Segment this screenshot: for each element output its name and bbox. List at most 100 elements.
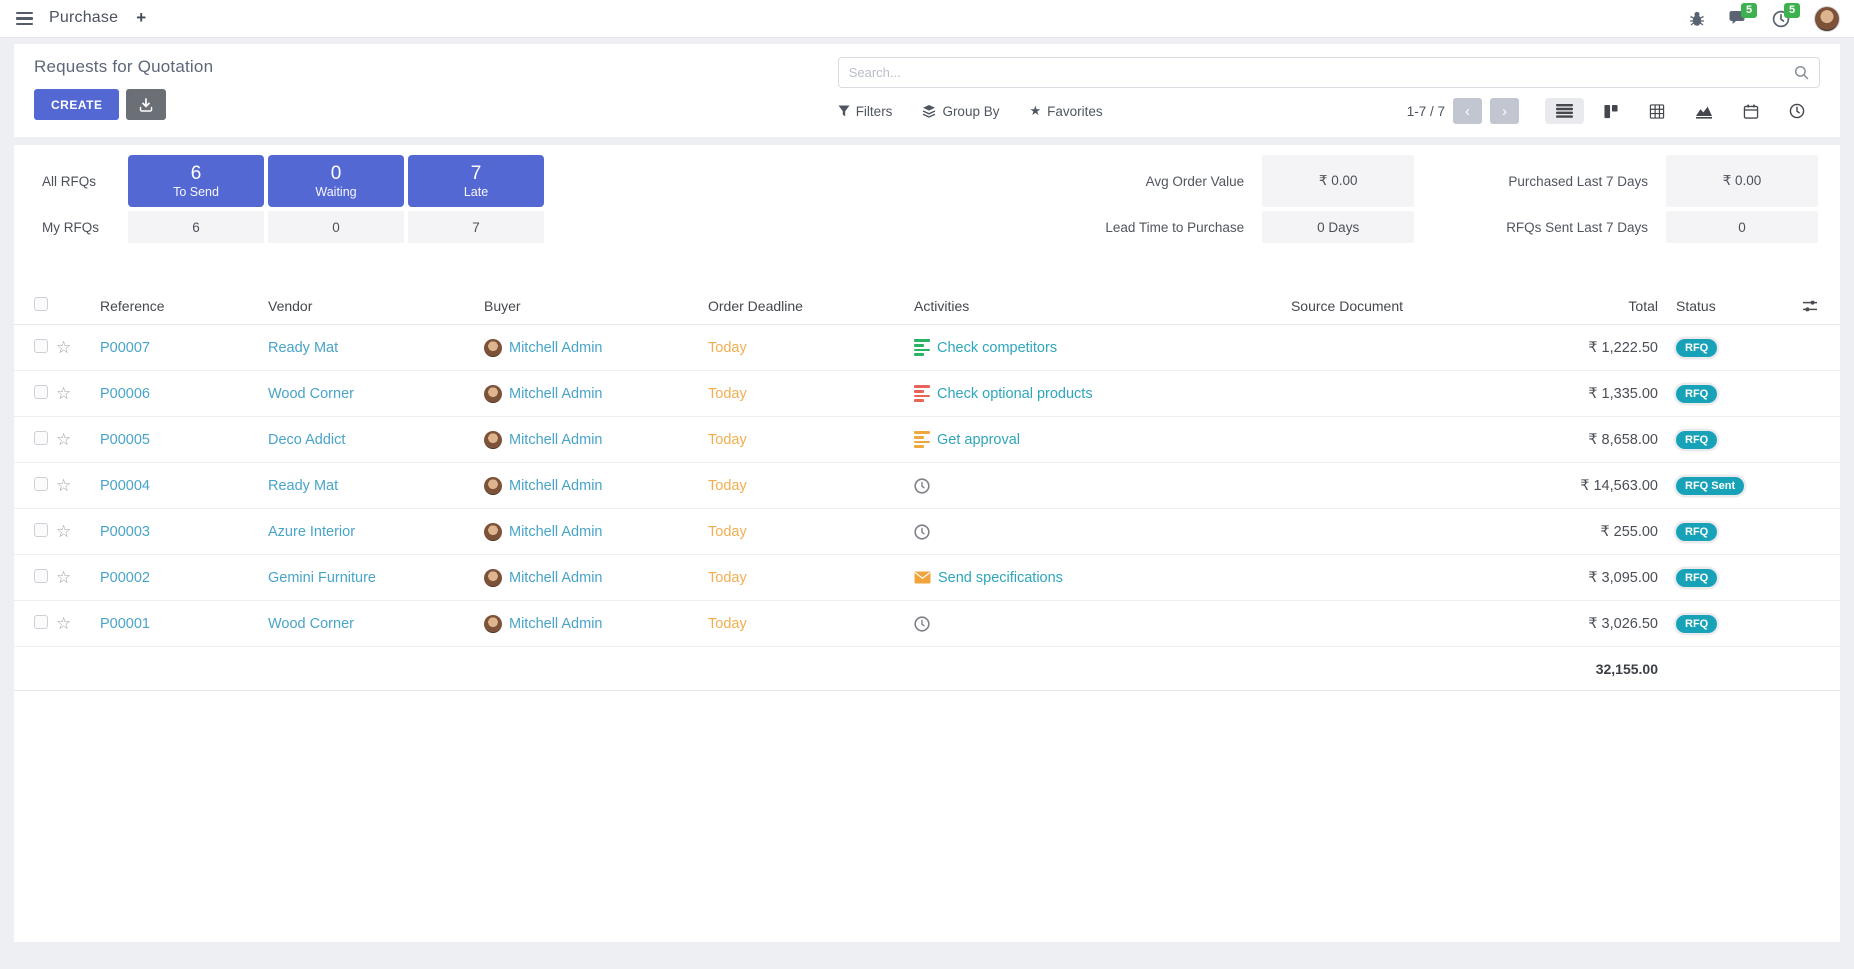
- activity-list-icon[interactable]: [914, 431, 930, 447]
- table-row[interactable]: ☆ P00003 Azure Interior Mitchell Admin T…: [14, 509, 1840, 555]
- late-count: 7: [471, 163, 482, 185]
- export-button[interactable]: [126, 89, 166, 120]
- new-window-plus-icon[interactable]: +: [132, 8, 150, 28]
- apps-menu-icon[interactable]: [14, 8, 35, 29]
- reference-link[interactable]: P00003: [100, 524, 268, 540]
- app-name-menu[interactable]: Purchase: [49, 9, 118, 27]
- reference-link[interactable]: P00002: [100, 570, 268, 586]
- column-activities[interactable]: Activities: [914, 298, 1206, 314]
- kanban-view-button[interactable]: [1592, 98, 1630, 125]
- favorite-star-icon[interactable]: ☆: [56, 614, 71, 633]
- late-label: Late: [464, 185, 488, 199]
- vendor-link[interactable]: Deco Addict: [268, 432, 484, 448]
- activity-label[interactable]: Check competitors: [937, 340, 1057, 356]
- select-all-checkbox[interactable]: [34, 297, 48, 311]
- table-row[interactable]: ☆ P00004 Ready Mat Mitchell Admin Today …: [14, 463, 1840, 509]
- column-total[interactable]: Total: [1488, 298, 1658, 314]
- row-total: ₹ 3,026.50: [1488, 616, 1658, 632]
- vendor-link[interactable]: Wood Corner: [268, 386, 484, 402]
- row-checkbox[interactable]: [34, 569, 48, 583]
- buyer-name[interactable]: Mitchell Admin: [509, 340, 602, 356]
- row-checkbox[interactable]: [34, 523, 48, 537]
- activity-label[interactable]: Send specifications: [938, 570, 1063, 586]
- search-icon[interactable]: [1794, 65, 1809, 85]
- graph-view-button[interactable]: [1684, 98, 1724, 125]
- filters-button[interactable]: Filters: [838, 104, 893, 119]
- buyer-name[interactable]: Mitchell Admin: [509, 386, 602, 402]
- list-view-button[interactable]: [1545, 98, 1584, 124]
- column-buyer[interactable]: Buyer: [484, 298, 708, 314]
- activities-clock-icon[interactable]: 5: [1772, 10, 1790, 28]
- row-checkbox[interactable]: [34, 477, 48, 491]
- favorite-star-icon[interactable]: ☆: [56, 476, 71, 495]
- activity-list-icon[interactable]: [914, 339, 930, 355]
- favorite-star-icon[interactable]: ☆: [56, 522, 71, 541]
- reference-link[interactable]: P00005: [100, 432, 268, 448]
- buyer-name[interactable]: Mitchell Admin: [509, 616, 602, 632]
- user-avatar[interactable]: [1814, 6, 1840, 32]
- calendar-view-button[interactable]: [1732, 98, 1770, 125]
- reference-link[interactable]: P00007: [100, 340, 268, 356]
- activity-label[interactable]: Get approval: [937, 432, 1020, 448]
- activity-clock-icon[interactable]: [914, 524, 930, 540]
- reference-link[interactable]: P00004: [100, 478, 268, 494]
- vendor-link[interactable]: Ready Mat: [268, 340, 484, 356]
- table-row[interactable]: ☆ P00006 Wood Corner Mitchell Admin Toda…: [14, 371, 1840, 417]
- debug-bug-icon[interactable]: [1689, 11, 1705, 27]
- waiting-count: 0: [331, 163, 342, 185]
- vendor-link[interactable]: Gemini Furniture: [268, 570, 484, 586]
- activity-clock-icon[interactable]: [914, 616, 930, 632]
- my-waiting-cell[interactable]: 0: [268, 211, 404, 243]
- rfqs-sent-7days-value: 0: [1666, 211, 1818, 243]
- row-checkbox[interactable]: [34, 615, 48, 629]
- pivot-view-button[interactable]: [1638, 98, 1676, 125]
- table-row[interactable]: ☆ P00002 Gemini Furniture Mitchell Admin…: [14, 555, 1840, 601]
- row-checkbox[interactable]: [34, 339, 48, 353]
- buyer-name[interactable]: Mitchell Admin: [509, 570, 602, 586]
- create-button[interactable]: CREATE: [34, 89, 119, 120]
- search-input[interactable]: [839, 58, 1819, 87]
- table-row[interactable]: ☆ P00001 Wood Corner Mitchell Admin Toda…: [14, 601, 1840, 647]
- optional-columns-button[interactable]: [1780, 299, 1840, 313]
- buyer-name[interactable]: Mitchell Admin: [509, 432, 602, 448]
- activity-view-button[interactable]: [1778, 97, 1816, 125]
- my-to-send-cell[interactable]: 6: [128, 211, 264, 243]
- group-by-button[interactable]: Group By: [922, 104, 999, 119]
- favorite-star-icon[interactable]: ☆: [56, 338, 71, 357]
- column-vendor[interactable]: Vendor: [268, 298, 484, 314]
- activity-label[interactable]: Check optional products: [937, 386, 1093, 402]
- view-switcher: [1545, 97, 1816, 125]
- row-checkbox[interactable]: [34, 385, 48, 399]
- favorites-button[interactable]: ★ Favorites: [1029, 103, 1102, 119]
- favorite-star-icon[interactable]: ☆: [56, 384, 71, 403]
- filter-funnel-icon: [838, 105, 850, 117]
- table-row[interactable]: ☆ P00007 Ready Mat Mitchell Admin Today …: [14, 325, 1840, 371]
- buyer-avatar: [484, 615, 502, 633]
- column-order-deadline[interactable]: Order Deadline: [708, 298, 914, 314]
- pager-previous-button[interactable]: ‹: [1453, 98, 1482, 124]
- late-card[interactable]: 7 Late: [408, 155, 544, 207]
- column-reference[interactable]: Reference: [100, 298, 268, 314]
- reference-link[interactable]: P00001: [100, 616, 268, 632]
- to-send-card[interactable]: 6 To Send: [128, 155, 264, 207]
- buyer-name[interactable]: Mitchell Admin: [509, 524, 602, 540]
- activity-list-icon[interactable]: [914, 385, 930, 401]
- pager-next-button[interactable]: ›: [1490, 98, 1519, 124]
- buyer-name[interactable]: Mitchell Admin: [509, 478, 602, 494]
- table-row[interactable]: ☆ P00005 Deco Addict Mitchell Admin Toda…: [14, 417, 1840, 463]
- column-source-document[interactable]: Source Document: [1206, 298, 1488, 314]
- vendor-link[interactable]: Azure Interior: [268, 524, 484, 540]
- column-status[interactable]: Status: [1658, 298, 1780, 314]
- vendor-link[interactable]: Wood Corner: [268, 616, 484, 632]
- activity-envelope-icon[interactable]: [914, 571, 931, 584]
- rfq-list: Reference Vendor Buyer Order Deadline Ac…: [14, 287, 1840, 691]
- reference-link[interactable]: P00006: [100, 386, 268, 402]
- activity-clock-icon[interactable]: [914, 478, 930, 494]
- messages-icon[interactable]: 5: [1729, 10, 1748, 27]
- favorite-star-icon[interactable]: ☆: [56, 568, 71, 587]
- favorite-star-icon[interactable]: ☆: [56, 430, 71, 449]
- vendor-link[interactable]: Ready Mat: [268, 478, 484, 494]
- waiting-card[interactable]: 0 Waiting: [268, 155, 404, 207]
- my-late-cell[interactable]: 7: [408, 211, 544, 243]
- row-checkbox[interactable]: [34, 431, 48, 445]
